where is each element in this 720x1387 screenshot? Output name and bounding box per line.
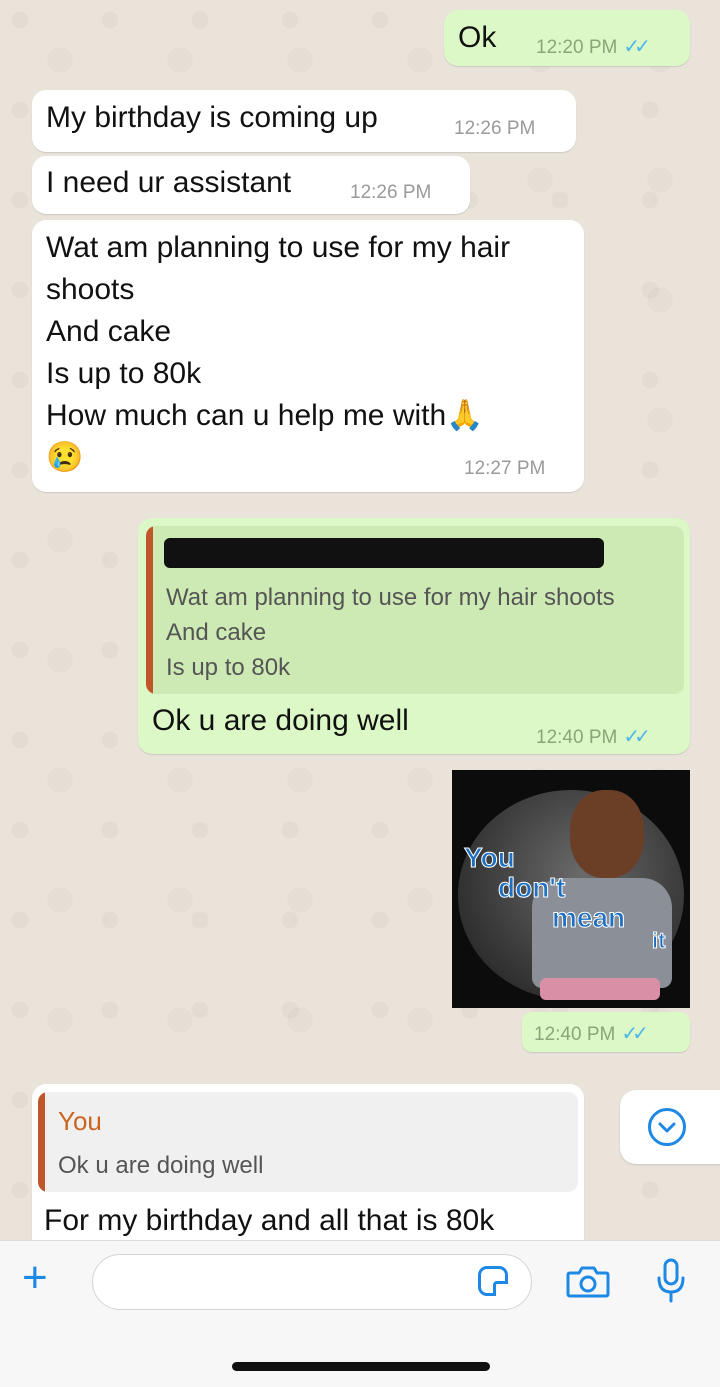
double-check-icon: ✓✓ bbox=[623, 726, 650, 748]
message-text: My birthday is coming up bbox=[46, 101, 378, 134]
message-time: 12:26 PM bbox=[350, 182, 432, 203]
microphone-icon[interactable] bbox=[656, 1258, 686, 1304]
quoted-text: Wat am planning to use for my hair shoot… bbox=[166, 584, 615, 681]
message-input[interactable] bbox=[92, 1254, 532, 1310]
sticker-caption-word: mean bbox=[551, 902, 626, 934]
quoted-author: You bbox=[58, 1106, 102, 1136]
message-time: 12:26 PM bbox=[454, 118, 536, 139]
camera-icon[interactable] bbox=[566, 1264, 610, 1298]
quote-bar bbox=[146, 526, 153, 694]
quoted-message[interactable]: Wat am planning to use for my hair shoot… bbox=[146, 526, 684, 694]
message-text: For my birthday and all that is 80k bbox=[44, 1204, 495, 1237]
message-time: 12:20 PM ✓✓ bbox=[536, 36, 651, 58]
redacted-name bbox=[164, 538, 604, 568]
message-text: Ok bbox=[458, 21, 497, 54]
sticker-time-chip: 12:40 PM ✓✓ bbox=[522, 1012, 690, 1052]
scroll-to-bottom-button[interactable] bbox=[620, 1090, 720, 1164]
incoming-reply-message[interactable]: You Ok u are doing well For my birthday … bbox=[32, 1084, 584, 1254]
sticker-caption-word: it bbox=[651, 928, 666, 954]
sticker-caption-word: don't bbox=[497, 872, 566, 904]
chevron-down-icon bbox=[648, 1108, 686, 1146]
message-time: 12:40 PM ✓✓ bbox=[536, 726, 651, 748]
incoming-message[interactable]: Wat am planning to use for my hair shoot… bbox=[32, 220, 584, 492]
message-time: 12:40 PM ✓✓ bbox=[534, 1023, 649, 1045]
sticker-child-head bbox=[570, 790, 644, 878]
incoming-message[interactable]: My birthday is coming up 12:26 PM bbox=[32, 90, 576, 152]
sticker-caption-word: You bbox=[464, 842, 516, 874]
home-indicator bbox=[232, 1362, 490, 1371]
quoted-message[interactable]: You Ok u are doing well bbox=[38, 1092, 578, 1192]
sticker-skirt bbox=[540, 978, 660, 1000]
outgoing-reply-message[interactable]: Wat am planning to use for my hair shoot… bbox=[138, 518, 690, 754]
quote-bar bbox=[38, 1092, 45, 1192]
incoming-message[interactable]: I need ur assistant 12:26 PM bbox=[32, 156, 470, 214]
quoted-text: Ok u are doing well bbox=[58, 1152, 264, 1179]
sticker-icon[interactable] bbox=[478, 1266, 508, 1296]
message-time: 12:27 PM bbox=[464, 458, 546, 479]
plus-icon[interactable]: + bbox=[22, 1256, 48, 1300]
double-check-icon: ✓✓ bbox=[621, 1023, 648, 1045]
outgoing-message[interactable]: Ok 12:20 PM ✓✓ bbox=[444, 10, 690, 66]
message-text: Wat am planning to use for my hair shoot… bbox=[46, 231, 511, 474]
double-check-icon: ✓✓ bbox=[623, 36, 650, 58]
sticker-image[interactable]: You don't mean it bbox=[452, 770, 690, 1008]
message-text: I need ur assistant bbox=[46, 166, 292, 199]
message-text: Ok u are doing well bbox=[152, 704, 409, 737]
